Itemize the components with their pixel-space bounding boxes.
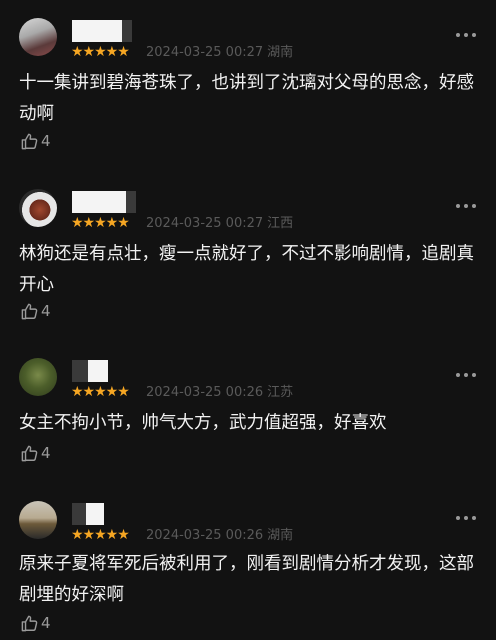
- comment-location: 湖南: [267, 45, 294, 60]
- comment-location: 湖南: [267, 528, 294, 543]
- comment-location: 江西: [267, 216, 294, 231]
- comment-item: ★★★★★ 2024-03-25 00:26 江苏 女主不拘小节，帅气大方，武力值…: [0, 358, 496, 478]
- comment-meta: 2024-03-25 00:27 湖南: [146, 45, 293, 61]
- comment-text: 十一集讲到碧海苍珠了，也讲到了沈璃对父母的思念，好感动啊: [19, 73, 474, 124]
- comment-meta: 2024-03-25 00:27 江西: [146, 216, 293, 232]
- avatar[interactable]: [19, 358, 57, 396]
- like-count: 4: [41, 614, 51, 632]
- rating-stars: ★★★★★: [71, 384, 130, 400]
- comment-location: 江苏: [267, 385, 294, 400]
- comment-date: 2024-03-25 00:26: [146, 385, 264, 400]
- like-button[interactable]: 4: [20, 443, 51, 463]
- comment-meta: 2024-03-25 00:26 湖南: [146, 528, 293, 544]
- thumbs-up-icon: [21, 615, 38, 631]
- rating-stars: ★★★★★: [71, 44, 130, 60]
- more-dots-icon[interactable]: [455, 30, 477, 40]
- rating-stars: ★★★★★: [71, 527, 130, 543]
- thumbs-up-icon: [21, 133, 38, 149]
- comment-date: 2024-03-25 00:27: [146, 45, 264, 60]
- avatar[interactable]: [19, 18, 57, 56]
- comment-text: 林狗还是有点壮，瘦一点就好了，不过不影响剧情，追剧真开心: [19, 244, 474, 295]
- comment-item: ★★★★★ 2024-03-25 00:27 湖南 十一集讲到碧海苍珠了，也讲到了…: [0, 18, 496, 168]
- more-dots-icon[interactable]: [455, 201, 477, 211]
- thumbs-up-icon: [21, 303, 38, 319]
- rating-stars: ★★★★★: [71, 215, 130, 231]
- comment-item: ★★★★★ 2024-03-25 00:26 湖南 原来子夏将军死后被利用了，刚看…: [0, 501, 496, 640]
- avatar[interactable]: [19, 189, 57, 227]
- like-count: 4: [41, 132, 51, 150]
- more-dots-icon[interactable]: [455, 370, 477, 380]
- comment-date: 2024-03-25 00:27: [146, 216, 264, 231]
- comment-meta: 2024-03-25 00:26 江苏: [146, 385, 293, 401]
- comment-item: ★★★★★ 2024-03-25 00:27 江西 林狗还是有点壮，瘦一点就好了，…: [0, 189, 496, 339]
- like-count: 4: [41, 444, 51, 462]
- like-button[interactable]: 4: [20, 301, 51, 321]
- more-dots-icon[interactable]: [455, 513, 477, 523]
- avatar[interactable]: [19, 501, 57, 539]
- thumbs-up-icon: [21, 445, 38, 461]
- comment-date: 2024-03-25 00:26: [146, 528, 264, 543]
- like-count: 4: [41, 302, 51, 320]
- comment-text: 原来子夏将军死后被利用了，刚看到剧情分析才发现，这部剧埋的好深啊: [19, 554, 474, 605]
- like-button[interactable]: 4: [20, 613, 51, 633]
- like-button[interactable]: 4: [20, 131, 51, 151]
- comment-text: 女主不拘小节，帅气大方，武力值超强，好喜欢: [19, 413, 387, 433]
